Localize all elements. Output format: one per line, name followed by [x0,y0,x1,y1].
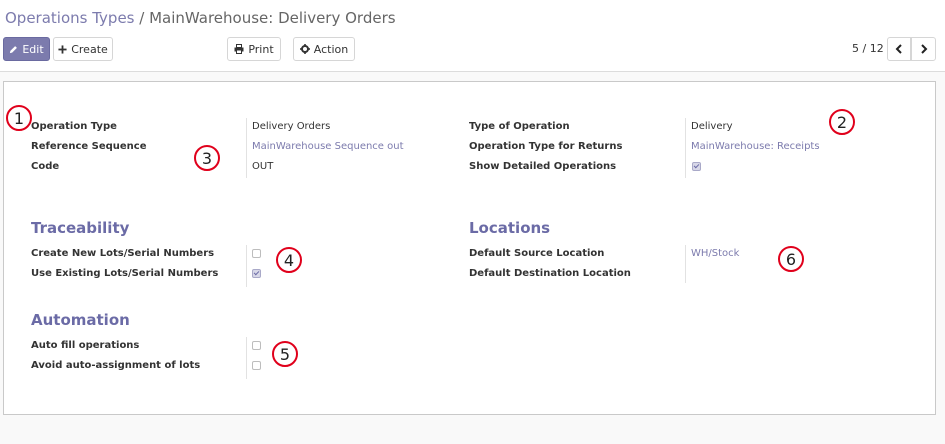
type-of-operation-value: Delivery [691,121,733,132]
annotation-marker: 5 [272,341,298,367]
create-lots-checkbox[interactable] [252,249,261,258]
chevron-left-icon [895,44,903,54]
annotation-marker: 2 [829,109,855,135]
pager-value: 5 / 12 [852,42,884,55]
gear-icon [299,44,310,54]
field-separator [246,337,247,379]
traceability-heading: Traceability [31,219,130,237]
pager-next-button[interactable] [911,37,936,61]
default-source-label: Default Source Location [469,248,605,259]
annotation-marker: 4 [276,247,302,273]
default-source-link[interactable]: WH/Stock [691,248,739,259]
field-separator [246,118,247,178]
auto-fill-label: Auto fill operations [31,340,140,351]
create-button-label: Create [71,42,108,56]
create-lots-label: Create New Lots/Serial Numbers [31,248,215,259]
locations-heading: Locations [469,219,551,237]
avoid-auto-assign-label: Avoid auto-assignment of lots [31,360,201,371]
edit-button[interactable]: Edit [3,37,50,61]
pager-previous-button[interactable] [887,37,911,61]
breadcrumb-current: MainWarehouse: Delivery Orders [149,9,396,27]
default-destination-label: Default Destination Location [469,268,631,279]
auto-fill-checkbox[interactable] [252,341,261,350]
use-existing-lots-checkbox[interactable] [252,269,261,278]
action-button-label: Action [313,42,349,56]
return-type-link[interactable]: MainWarehouse: Receipts [691,141,820,152]
reference-sequence-label: Reference Sequence [31,141,147,152]
avoid-auto-assign-checkbox[interactable] [252,361,261,370]
annotation-marker: 6 [778,246,804,272]
annotation-marker: 3 [194,145,220,171]
chevron-right-icon [920,44,928,54]
edit-button-label: Edit [22,42,44,56]
show-detailed-label: Show Detailed Operations [469,161,617,172]
action-button[interactable]: Action [293,37,355,61]
pencil-icon [9,45,18,54]
field-separator [685,245,686,283]
annotation-marker: 1 [6,105,32,131]
code-label: Code [31,161,60,172]
return-type-label: Operation Type for Returns [469,141,623,152]
plus-icon [58,44,67,54]
printer-icon [234,44,244,54]
breadcrumb-parent-link[interactable]: Operations Types [5,9,135,27]
reference-sequence-link[interactable]: MainWarehouse Sequence out [252,141,404,152]
field-separator [246,245,247,287]
breadcrumb-separator: / [134,9,150,27]
use-existing-lots-label: Use Existing Lots/Serial Numbers [31,268,219,279]
field-separator [685,118,686,178]
control-panel: Operations Types / MainWarehouse: Delive… [0,0,945,72]
code-value: OUT [252,161,274,172]
print-button-label: Print [248,42,274,56]
type-of-operation-label: Type of Operation [469,121,570,132]
operation-type-value: Delivery Orders [252,121,331,132]
operation-type-label: Operation Type [31,121,117,132]
automation-heading: Automation [31,311,130,329]
create-button[interactable]: Create [53,37,113,61]
show-detailed-checkbox[interactable] [692,162,701,171]
breadcrumb: Operations Types / MainWarehouse: Delive… [5,9,396,27]
print-button[interactable]: Print [227,37,281,61]
